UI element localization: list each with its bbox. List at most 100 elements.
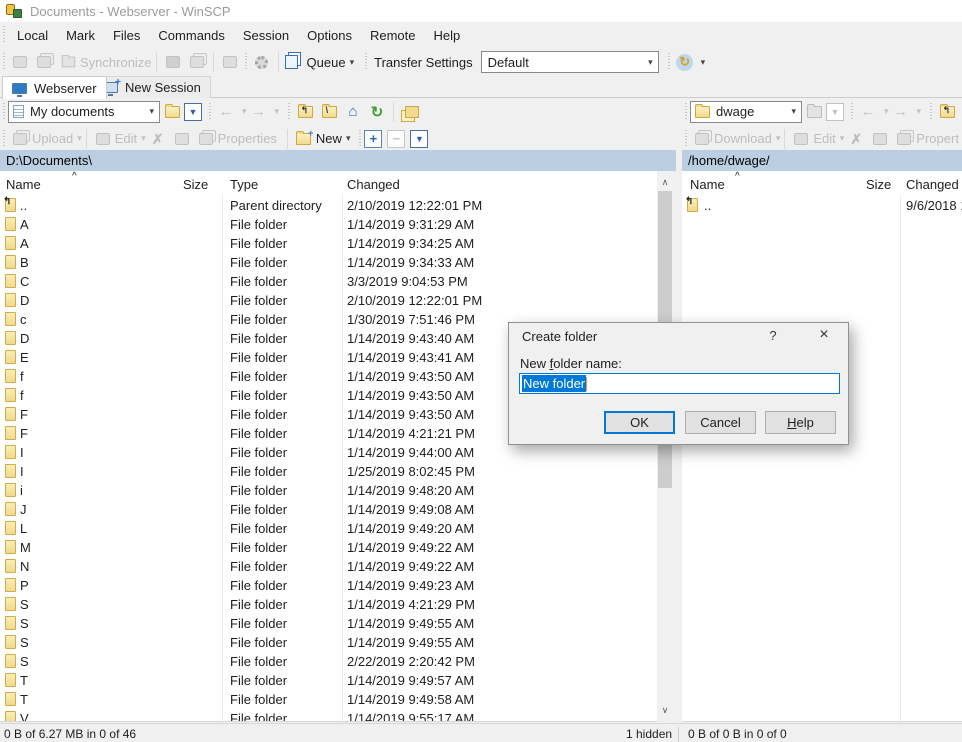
table-row[interactable]: IFile folder1/14/2019 9:44:00 AM	[0, 443, 657, 462]
column-header-name[interactable]: Name	[690, 177, 725, 192]
table-row[interactable]: AFile folder1/14/2019 9:31:29 AM	[0, 215, 657, 234]
menu-options[interactable]: Options	[298, 24, 361, 47]
menu-remote[interactable]: Remote	[361, 24, 425, 47]
properties-label[interactable]: Properties	[218, 131, 277, 146]
table-row[interactable]: IFile folder1/25/2019 8:02:45 PM	[0, 462, 657, 481]
queue-dropdown-icon[interactable]: ▾	[350, 57, 355, 68]
edit-icon[interactable]	[789, 127, 813, 151]
table-row[interactable]: iFile folder1/14/2019 9:48:20 AM	[0, 481, 657, 500]
unselect-minus-icon[interactable]: −	[387, 130, 405, 148]
chevron-down-icon[interactable]: ▾	[648, 57, 653, 68]
edit-icon[interactable]	[91, 127, 115, 151]
back-icon[interactable]: ←	[856, 100, 880, 124]
scroll-up-icon[interactable]: ∧	[657, 174, 673, 191]
root-directory-icon[interactable]: \	[317, 100, 341, 124]
menu-mark[interactable]: Mark	[57, 24, 104, 47]
remote-transfer-button[interactable]	[218, 50, 242, 74]
download-icon[interactable]	[690, 127, 714, 151]
edit-label[interactable]: Edit	[813, 131, 835, 146]
menu-session[interactable]: Session	[234, 24, 298, 47]
scroll-down-icon[interactable]: ∨	[657, 702, 673, 719]
parent-directory-icon[interactable]: ↰	[935, 100, 959, 124]
edit-label[interactable]: Edit	[115, 131, 137, 146]
table-row[interactable]: TFile folder1/14/2019 9:49:58 AM	[0, 690, 657, 709]
rename-icon[interactable]	[868, 127, 892, 151]
table-row[interactable]: CFile folder3/3/2019 9:04:53 PM	[0, 272, 657, 291]
table-row[interactable]: VFile folder1/14/2019 9:55:17 AM	[0, 709, 657, 721]
properties-icon[interactable]	[892, 127, 916, 151]
open-directory-icon[interactable]	[802, 100, 826, 124]
column-header-type[interactable]: Type	[230, 177, 258, 192]
upload-label[interactable]: Upload	[32, 131, 73, 146]
chevron-down-icon[interactable]: ▾	[701, 57, 706, 68]
column-header-changed[interactable]: Changed	[906, 177, 959, 192]
table-row[interactable]: ..Parent directory2/10/2019 12:22:01 PM	[0, 196, 657, 215]
cancel-button[interactable]: Cancel	[685, 411, 756, 434]
table-row[interactable]: SFile folder2/22/2019 2:20:42 PM	[0, 652, 657, 671]
left-scrollbar[interactable]: ∧ ∨	[657, 174, 673, 719]
tab-new-session[interactable]: New Session	[93, 76, 211, 98]
preferences-gear-icon[interactable]	[250, 50, 274, 74]
directory-tree-icon[interactable]	[398, 100, 422, 124]
table-row[interactable]: NFile folder1/14/2019 9:49:22 AM	[0, 557, 657, 576]
forward-icon[interactable]: →	[889, 100, 913, 124]
back-icon[interactable]: ←	[214, 100, 238, 124]
table-row[interactable]: SFile folder1/14/2019 9:49:55 AM	[0, 614, 657, 633]
right-path-bar[interactable]: /home/dwage/	[682, 150, 962, 171]
dialog-help-icon[interactable]: ?	[764, 328, 782, 343]
folder-name-input[interactable]: New folder	[519, 373, 840, 394]
filter-icon[interactable]: ▼	[826, 103, 844, 121]
properties-icon[interactable]	[194, 127, 218, 151]
upload-icon[interactable]	[8, 127, 32, 151]
open-directory-icon[interactable]	[160, 100, 184, 124]
new-dropdown-icon[interactable]: ▾	[346, 133, 351, 144]
column-header-size[interactable]: Size	[866, 177, 891, 192]
table-row[interactable]: ..9/6/2018 1	[682, 196, 962, 215]
select-plus-icon[interactable]: +	[364, 130, 382, 148]
filter-icon[interactable]: ▼	[184, 103, 202, 121]
column-header-changed[interactable]: Changed	[347, 177, 400, 192]
selection-filter-icon[interactable]: ▼	[410, 130, 428, 148]
right-location-combobox[interactable]: dwage ▾	[690, 101, 802, 123]
table-row[interactable]: MFile folder1/14/2019 9:49:22 AM	[0, 538, 657, 557]
menu-help[interactable]: Help	[424, 24, 469, 47]
table-row[interactable]: DFile folder2/10/2019 12:22:01 PM	[0, 291, 657, 310]
tab-webserver[interactable]: Webserver	[2, 76, 107, 99]
new-session-button[interactable]	[185, 50, 209, 74]
forward-dropdown-icon[interactable]: ▾	[917, 106, 922, 117]
close-icon[interactable]: ×	[814, 326, 834, 344]
left-location-combobox[interactable]: My documents ▾	[8, 101, 160, 123]
properties-label[interactable]: Propert	[916, 131, 959, 146]
table-row[interactable]: LFile folder1/14/2019 9:49:20 AM	[0, 519, 657, 538]
column-header-name[interactable]: Name	[6, 177, 41, 192]
new-folder-icon[interactable]: +	[292, 127, 316, 151]
download-dropdown-icon[interactable]: ▾	[776, 133, 781, 144]
menu-files[interactable]: Files	[104, 24, 149, 47]
delete-icon[interactable]: ✗	[844, 127, 868, 151]
chevron-down-icon[interactable]: ▾	[149, 106, 154, 117]
table-row[interactable]: SFile folder1/14/2019 9:49:55 AM	[0, 633, 657, 652]
download-label[interactable]: Download	[714, 131, 772, 146]
left-path-bar[interactable]: D:\Documents\	[0, 150, 676, 171]
table-row[interactable]: BFile folder1/14/2019 9:34:33 AM	[0, 253, 657, 272]
new-label[interactable]: New	[316, 131, 342, 146]
table-row[interactable]: SFile folder1/14/2019 4:21:29 PM	[0, 595, 657, 614]
compare-directories-button[interactable]	[8, 50, 32, 74]
rename-icon[interactable]	[170, 127, 194, 151]
queue-label[interactable]: Queue	[307, 55, 346, 70]
delete-icon[interactable]: ✗	[146, 127, 170, 151]
table-row[interactable]: AFile folder1/14/2019 9:34:25 AM	[0, 234, 657, 253]
console-button[interactable]	[161, 50, 185, 74]
home-icon[interactable]: ⌂	[341, 100, 365, 124]
upload-dropdown-icon[interactable]: ▾	[77, 133, 82, 144]
table-row[interactable]: TFile folder1/14/2019 9:49:57 AM	[0, 671, 657, 690]
queue-icon[interactable]	[283, 50, 307, 74]
refresh-icon[interactable]: ↻	[365, 100, 389, 124]
ok-button[interactable]: OK	[604, 411, 675, 434]
menu-local[interactable]: Local	[8, 24, 57, 47]
table-row[interactable]: PFile folder1/14/2019 9:49:23 AM	[0, 576, 657, 595]
menu-commands[interactable]: Commands	[149, 24, 233, 47]
forward-icon[interactable]: →	[247, 100, 271, 124]
synchronize-browsing-button[interactable]	[32, 50, 56, 74]
parent-directory-icon[interactable]: ↰	[293, 100, 317, 124]
